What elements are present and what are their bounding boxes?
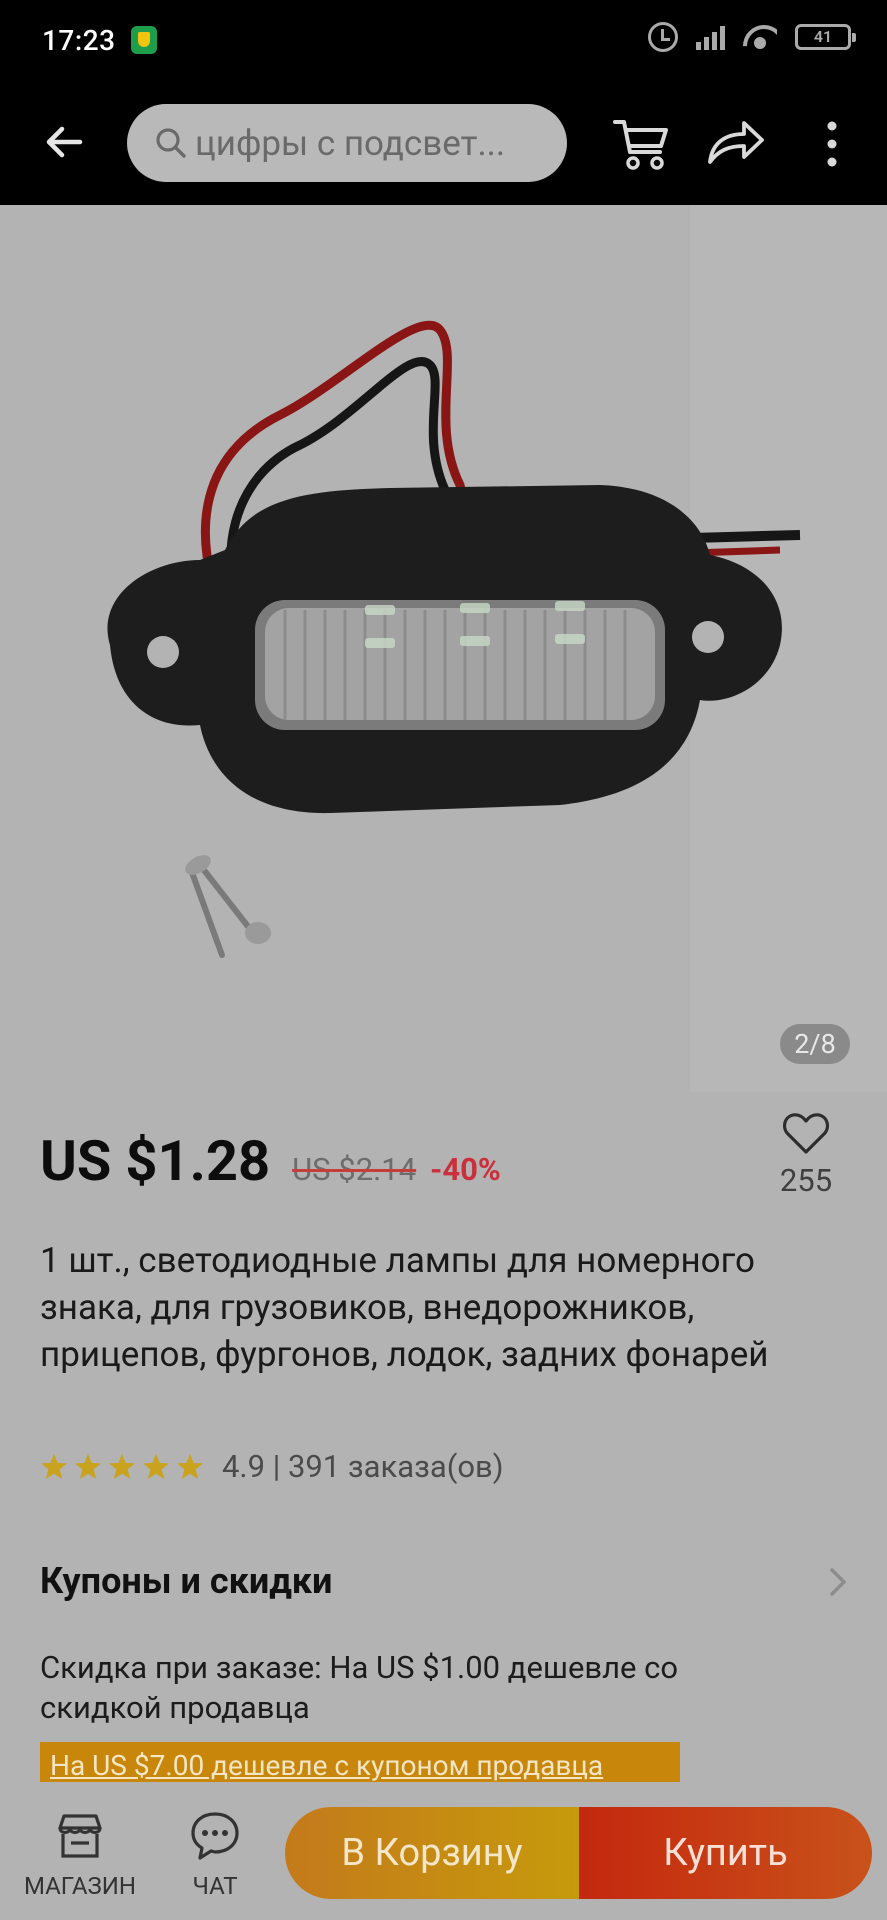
search-query: цифры с подсвет...: [195, 122, 506, 164]
more-options-icon[interactable]: [822, 120, 842, 168]
wishlist-button[interactable]: 255: [776, 1110, 836, 1199]
add-to-cart-button[interactable]: В Корзину: [285, 1807, 579, 1899]
status-icons: 41: [648, 22, 856, 52]
store-tab[interactable]: МАГАЗИН: [20, 1810, 140, 1900]
coupons-section-title[interactable]: Купоны и скидки: [40, 1560, 332, 1602]
chat-tab-label: ЧАТ: [192, 1872, 238, 1900]
search-icon: [156, 128, 186, 158]
back-arrow-icon[interactable]: [40, 118, 88, 166]
battery-icon: 41: [795, 24, 856, 50]
star-icon: [41, 1453, 67, 1479]
signal-icon: [696, 24, 725, 50]
chevron-right-icon[interactable]: [828, 1566, 848, 1598]
share-icon[interactable]: [706, 118, 766, 168]
wifi-icon: [743, 23, 777, 51]
product-title: 1 шт., светодиодные лампы для номерного …: [40, 1240, 769, 1375]
status-time: 17:23: [42, 24, 116, 57]
heart-icon: [782, 1113, 830, 1154]
status-bar: 17:23 41: [0, 0, 887, 80]
cart-icon[interactable]: [612, 116, 670, 172]
buy-now-button[interactable]: Купить: [579, 1807, 872, 1899]
app-header: цифры с подсвет...: [0, 80, 887, 205]
product-photo: [0, 205, 887, 1092]
original-price: US $2.14: [292, 1151, 417, 1188]
current-price: US $1.28: [40, 1128, 271, 1194]
price-row: US $1.28 US $2.14 -40%: [40, 1128, 501, 1194]
chat-icon: [191, 1812, 239, 1860]
bottom-action-bar: МАГАЗИН ЧАТ В Корзину Купить: [0, 1782, 887, 1920]
rating-stars: [40, 1453, 204, 1481]
wishlist-count: 255: [779, 1162, 833, 1199]
store-icon: [58, 1814, 102, 1858]
rating-row[interactable]: 4.9 | 391 заказа(ов): [40, 1448, 504, 1485]
chat-tab[interactable]: ЧАТ: [170, 1810, 260, 1900]
star-icon: [143, 1453, 169, 1479]
alarm-icon: [648, 22, 678, 52]
image-counter: 2/8: [780, 1024, 850, 1064]
store-tab-label: МАГАЗИН: [23, 1872, 137, 1900]
seller-coupon-text: На US $7.00 дешевле с купоном продавца: [50, 1749, 604, 1782]
search-input[interactable]: цифры с подсвет...: [127, 104, 567, 182]
star-icon: [75, 1453, 101, 1479]
product-image-gallery[interactable]: 2/8: [0, 205, 887, 1092]
order-discount-note: Скидка при заказе: На US $1.00 дешевле с…: [40, 1649, 679, 1726]
discount-badge: -40%: [430, 1151, 501, 1188]
star-icon: [177, 1453, 203, 1479]
star-icon: [109, 1453, 135, 1479]
seller-coupon-banner[interactable]: На US $7.00 дешевле с купоном продавца: [40, 1742, 680, 1782]
security-app-icon: [131, 26, 157, 54]
rating-and-orders: 4.9 | 391 заказа(ов): [222, 1448, 504, 1485]
